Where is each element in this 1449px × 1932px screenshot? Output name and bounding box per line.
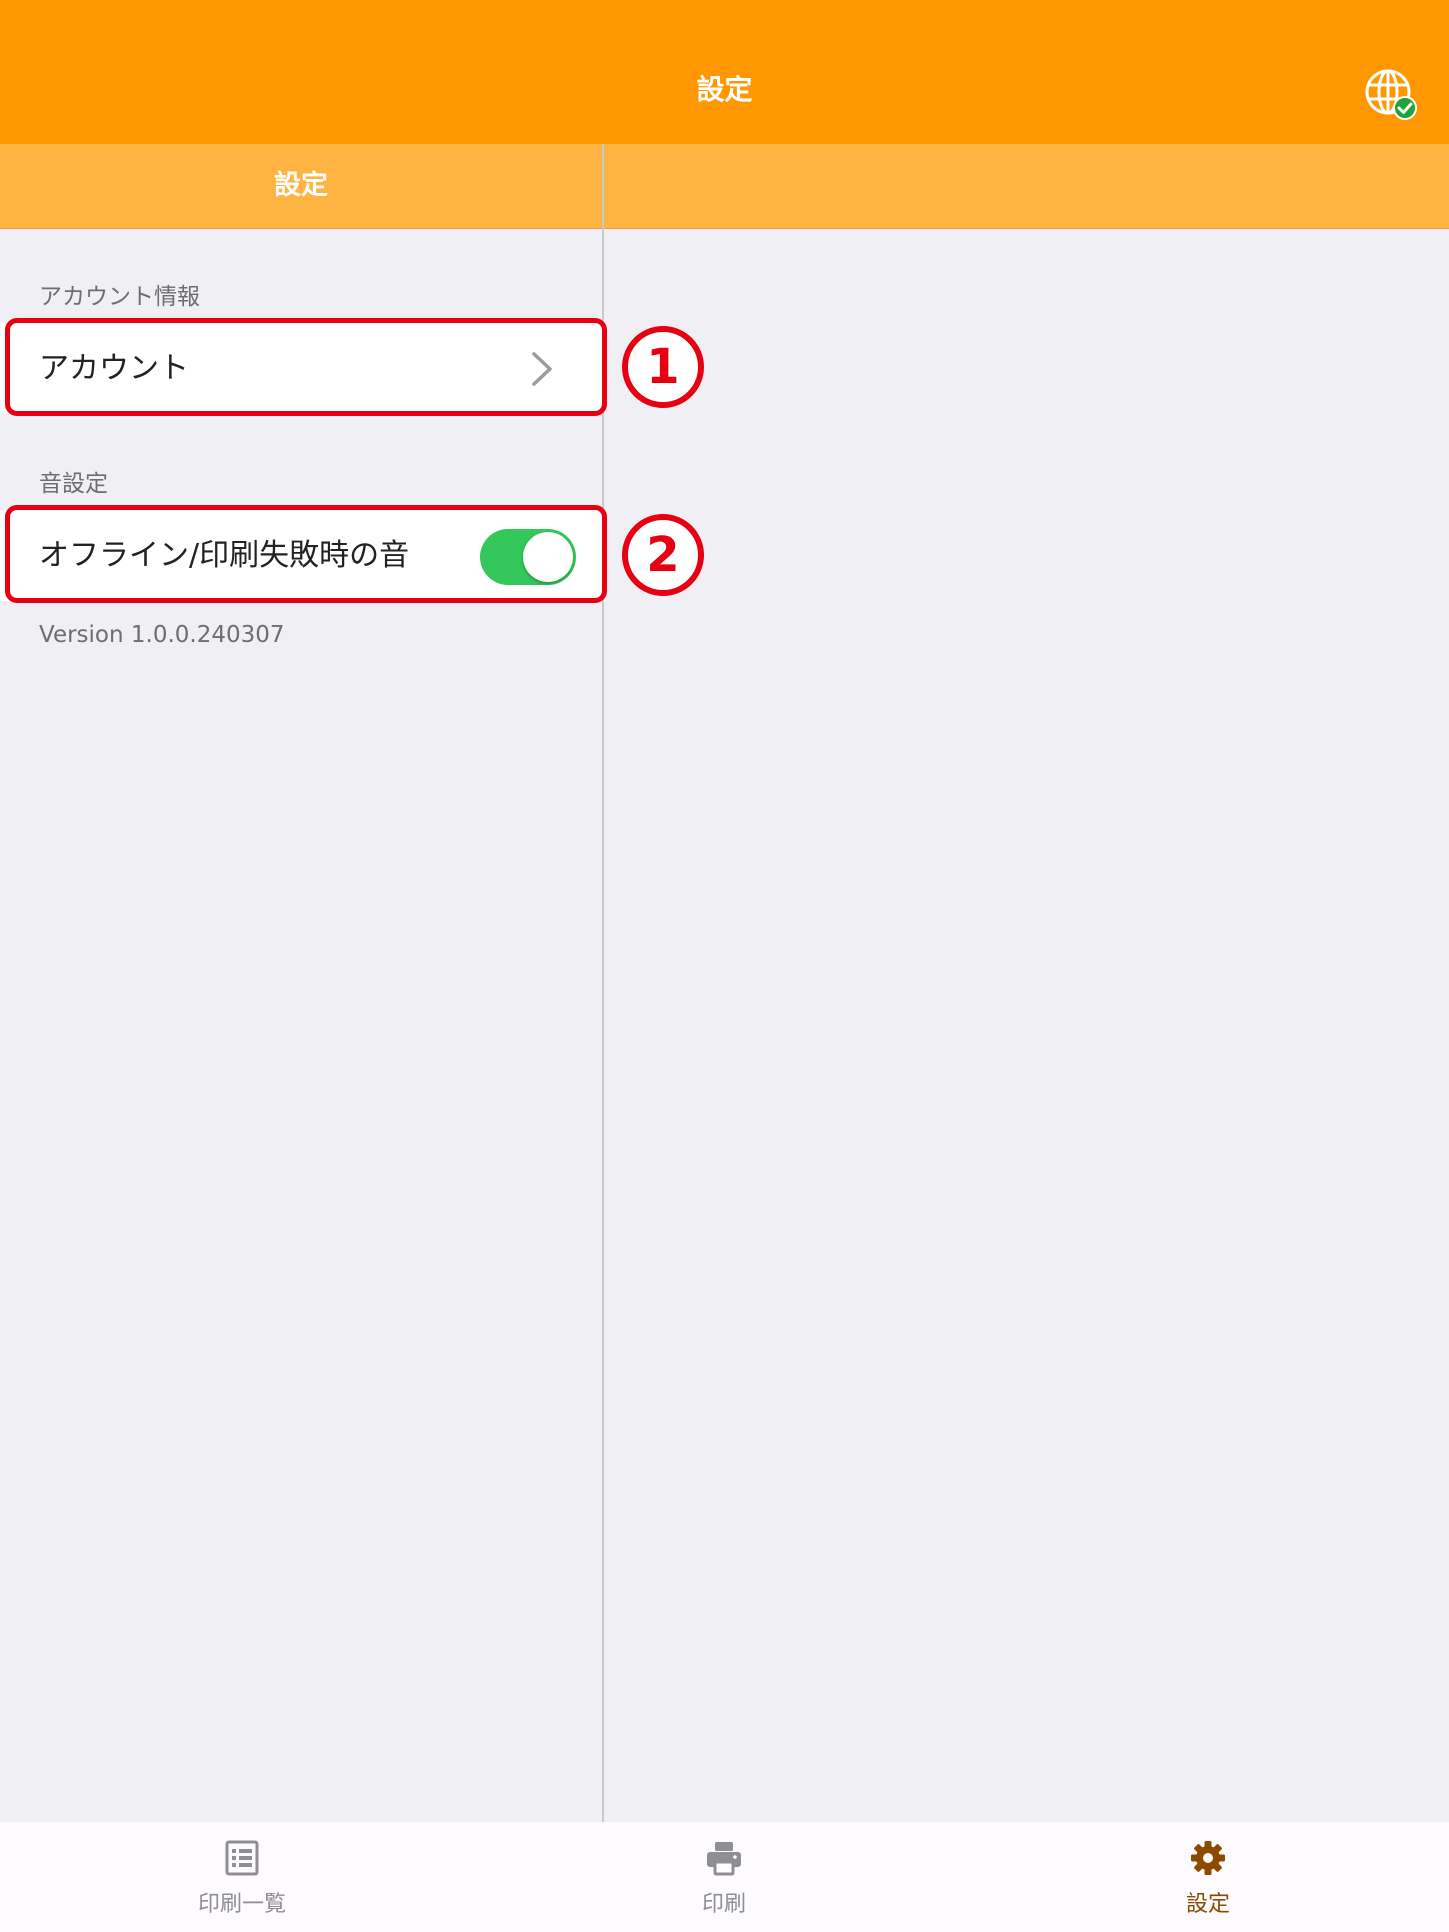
globe-check-icon[interactable] xyxy=(1362,66,1418,122)
section-header-sound: 音設定 xyxy=(39,471,108,497)
callout-marker-2: 2 xyxy=(622,514,704,596)
tab-print-list-label: 印刷一覧 xyxy=(197,1892,286,1917)
printer-icon xyxy=(707,1842,741,1876)
tab-settings[interactable]: 設定 xyxy=(1058,1822,1358,1932)
master-title: 設定 xyxy=(274,170,328,201)
master-header: 設定 xyxy=(0,144,1449,229)
tab-bar: 印刷一覧 印刷 設定 xyxy=(0,1822,1449,1932)
tab-print-list[interactable]: 印刷一覧 xyxy=(92,1822,392,1932)
section-header-account-info: アカウント情報 xyxy=(39,284,200,310)
highlight-box-2 xyxy=(5,505,607,603)
navigation-bar: 設定 xyxy=(0,0,1449,144)
callout-marker-1: 1 xyxy=(622,326,704,408)
version-label: Version 1.0.0.240307 xyxy=(39,622,285,648)
tab-settings-label: 設定 xyxy=(1185,1892,1230,1917)
gear-icon xyxy=(1191,1841,1225,1875)
page-title: 設定 xyxy=(696,73,753,106)
svg-text:2: 2 xyxy=(646,527,679,583)
svg-text:1: 1 xyxy=(646,339,679,395)
tab-print[interactable]: 印刷 xyxy=(574,1822,874,1932)
list-icon xyxy=(225,1840,259,1876)
highlight-box-1 xyxy=(5,318,607,416)
tab-print-label: 印刷 xyxy=(701,1892,746,1917)
